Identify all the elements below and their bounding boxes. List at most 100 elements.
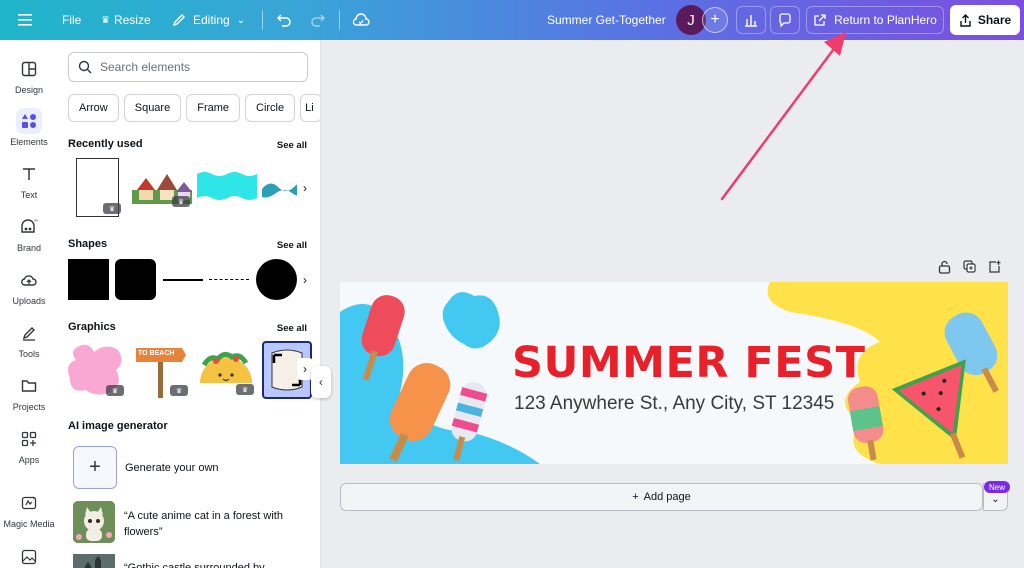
redo-icon[interactable] [310, 0, 326, 40]
rail-label: Text [20, 190, 38, 200]
apps-icon [16, 426, 42, 452]
chevron-down-icon: ⌄ [236, 14, 246, 26]
chip-line[interactable]: Li [300, 94, 320, 122]
crown-icon: ♛ [101, 14, 110, 26]
resize-button[interactable]: ♛ Resize [101, 0, 151, 40]
graphic-pink-blob[interactable]: ♛ [66, 340, 126, 398]
add-page-label: Add page [643, 491, 691, 503]
graphic-taco[interactable]: ♛ [196, 343, 256, 395]
chip-frame[interactable]: Frame [186, 94, 240, 122]
recent-village-thumb[interactable]: ♛ [132, 168, 192, 208]
recent-wave-shape-thumb[interactable] [197, 170, 257, 202]
share-button[interactable]: Share [950, 5, 1020, 35]
cloud-save-icon[interactable] [352, 0, 370, 40]
pencil-icon [172, 14, 185, 27]
text-icon [16, 161, 42, 187]
rail-item-projects[interactable]: Projects [0, 373, 58, 412]
banner-address[interactable]: 123 Anywhere St., Any City, ST 12345 [514, 393, 834, 415]
ai-example-cat-thumb[interactable] [73, 501, 115, 543]
editing-label: Editing [193, 13, 230, 27]
see-all-graphics[interactable]: See all [277, 323, 307, 334]
design-canvas-summer-fest[interactable]: SUMMER FEST 123 Anywhere St., Any City, … [340, 282, 1008, 464]
collapse-panel-button[interactable]: ‹ [311, 366, 331, 398]
generate-your-own-label[interactable]: Generate your own [125, 462, 219, 474]
graphic-beach-sign[interactable]: TO BEACH ♛ [134, 340, 188, 398]
search-box[interactable]: Search elements [68, 52, 308, 82]
rail-label: Elements [10, 137, 48, 147]
divider [262, 10, 263, 30]
projects-icon [16, 373, 42, 399]
resize-label: Resize [113, 13, 151, 27]
brand-icon [16, 214, 42, 240]
external-link-icon [814, 13, 826, 26]
beach-sign-text: TO BEACH [138, 350, 175, 357]
crown-icon: ♛ [172, 196, 190, 207]
chevron-right-icon[interactable]: › [297, 269, 313, 291]
see-all-recent[interactable]: See all [277, 140, 307, 151]
ai-example-prompt-1[interactable]: “A cute anime cat in a forest with flowe… [124, 508, 304, 540]
add-page-icon[interactable] [988, 260, 1001, 274]
comments-button[interactable] [770, 6, 800, 34]
duplicate-page-icon[interactable] [963, 260, 976, 274]
add-page-button[interactable]: + Add page [340, 483, 983, 511]
rail-item-elements[interactable]: Elements [0, 108, 58, 147]
return-to-planhero-button[interactable]: Return to PlanHero [806, 6, 944, 34]
shape-rounded-square[interactable] [115, 259, 156, 300]
rail-label: Magic Media [3, 519, 55, 529]
rail-label: Projects [12, 402, 46, 412]
undo-icon[interactable] [276, 0, 292, 40]
chip-arrow[interactable]: Arrow [68, 94, 119, 122]
share-upload-icon [960, 13, 971, 27]
crown-icon: ♛ [170, 385, 188, 396]
rail-label: Tools [18, 349, 40, 359]
file-menu[interactable]: File [62, 0, 81, 40]
recent-frame-thumb[interactable]: ♛ [76, 158, 121, 217]
top-bar: File ♛ Resize Editing ⌄ Summer Get-Toget… [0, 0, 1024, 40]
chevron-down-icon: ⌄ [991, 493, 1000, 505]
search-icon [78, 60, 92, 74]
shape-line[interactable] [163, 279, 203, 281]
uploads-icon [16, 267, 42, 293]
rail-item-text[interactable]: Text [0, 161, 58, 200]
shape-square[interactable] [68, 259, 109, 300]
chevron-right-icon[interactable]: › [297, 177, 313, 199]
document-title[interactable]: Summer Get-Together [547, 0, 666, 40]
rail-item-design[interactable]: Design [0, 56, 58, 95]
menu-icon[interactable] [18, 0, 32, 40]
magic-media-icon [16, 490, 42, 516]
crown-icon: ♛ [236, 384, 254, 395]
chip-square[interactable]: Square [123, 94, 182, 122]
comment-icon [779, 13, 791, 27]
shape-circle[interactable] [256, 259, 297, 300]
search-input[interactable]: Search elements [100, 60, 190, 74]
elements-panel: Search elements Arrow Square Frame Circl… [58, 40, 321, 568]
image-icon [16, 544, 42, 568]
rail-item-uploads[interactable]: Uploads [0, 267, 58, 306]
insights-button[interactable] [736, 6, 766, 34]
rail-item-apps[interactable]: Apps [0, 426, 58, 465]
chip-circle[interactable]: Circle [245, 94, 296, 122]
rail-item-photos[interactable] [0, 544, 58, 568]
page-tools [938, 260, 1001, 274]
crown-icon: ♛ [103, 203, 121, 214]
rail-item-brand[interactable]: Brand [0, 214, 58, 253]
new-badge: New [984, 481, 1010, 493]
rail-label: Brand [16, 243, 42, 253]
crown-icon: ♛ [106, 385, 124, 396]
left-rail: Design Elements Text Brand Uploads Tools… [0, 40, 58, 568]
editing-mode-button[interactable]: Editing ⌄ [172, 0, 245, 40]
rail-item-tools[interactable]: Tools [0, 320, 58, 359]
generate-plus-button[interactable]: + [73, 446, 117, 489]
shape-dashed-line[interactable] [209, 279, 249, 280]
ai-example-prompt-2[interactable]: “Gothic castle surrounded by [124, 560, 304, 568]
rail-label: Design [14, 85, 43, 95]
banner-headline[interactable]: SUMMER FEST [512, 338, 865, 388]
lock-icon[interactable] [938, 260, 951, 274]
rail-item-magic-media[interactable]: Magic Media [0, 490, 58, 529]
see-all-shapes[interactable]: See all [277, 240, 307, 251]
add-collaborator-button[interactable]: + [702, 7, 728, 33]
bar-chart-icon [745, 15, 757, 27]
plus-icon: + [632, 491, 639, 503]
ai-example-castle-thumb[interactable] [73, 554, 115, 568]
tools-icon [16, 320, 42, 346]
